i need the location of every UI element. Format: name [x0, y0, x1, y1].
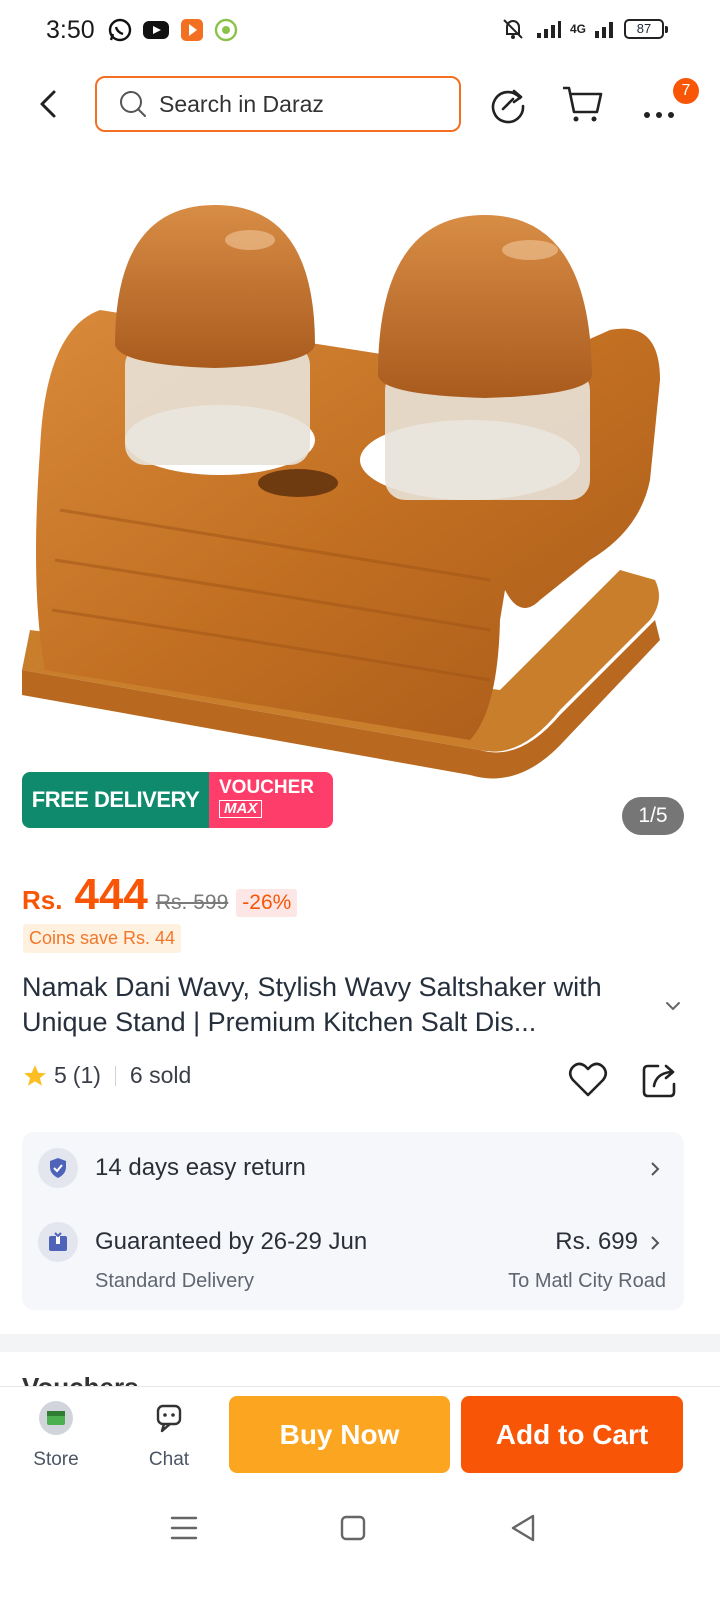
store-label: Store: [33, 1449, 79, 1470]
rating-value: 5: [54, 1062, 67, 1088]
notification-icons: [108, 18, 238, 42]
current-price: 444: [74, 870, 148, 919]
add-to-cart-button[interactable]: Add to Cart: [461, 1396, 683, 1473]
menu-icon[interactable]: [164, 1508, 204, 1548]
youtube-icon: [143, 21, 169, 39]
price-currency: Rs.: [22, 885, 63, 915]
search-input[interactable]: Search in Daraz: [95, 76, 461, 132]
status-time: 3:50: [46, 16, 95, 44]
status-bar: 3:50 4G 87: [0, 0, 720, 64]
back-icon[interactable]: [30, 82, 70, 126]
search-header: Search in Daraz: [0, 72, 720, 136]
delivery-row[interactable]: Guaranteed by 26-29 Jun Standard Deliver…: [22, 1214, 684, 1304]
store-button[interactable]: Store: [16, 1399, 96, 1471]
rating-row[interactable]: 5 (1) 6 sold: [22, 1062, 191, 1089]
price-row: Rs. 444 Rs. 599 -26%: [22, 870, 298, 920]
coins-save-badge: Coins save Rs. 44: [23, 924, 182, 953]
return-policy-row[interactable]: 14 days easy return: [22, 1132, 684, 1204]
app-icon: [181, 19, 203, 41]
bottom-action-bar: Store Chat Buy Now Add to Cart: [0, 1386, 720, 1486]
system-status-icons: 4G 87: [498, 18, 668, 40]
battery-icon: 87: [624, 19, 668, 39]
network-type: 4G: [569, 22, 586, 36]
shield-check-icon: [38, 1148, 78, 1188]
cart-icon[interactable]: [561, 82, 605, 126]
system-navigation-bar: [0, 1486, 720, 1600]
more-badge: 7: [673, 78, 699, 104]
back-nav-icon[interactable]: [503, 1508, 543, 1548]
original-price: Rs. 599: [155, 891, 229, 914]
share-icon[interactable]: [638, 1058, 682, 1100]
delivery-guarantee: Guaranteed by 26-29 Jun: [95, 1228, 368, 1255]
home-icon[interactable]: [333, 1508, 373, 1548]
search-placeholder: Search in Daraz: [159, 90, 324, 117]
mute-icon: [503, 19, 523, 39]
delivery-price: Rs. 699: [555, 1228, 638, 1255]
store-icon: [39, 1401, 73, 1435]
star-icon: [24, 1064, 46, 1086]
chat-label: Chat: [148, 1449, 190, 1470]
divider: [114, 1065, 116, 1086]
buy-now-button[interactable]: Buy Now: [229, 1396, 450, 1473]
voucher-label: VOUCHER: [219, 777, 315, 798]
signal-icon: [536, 21, 561, 38]
chevron-right-icon: [651, 1162, 660, 1176]
chat-icon: [156, 1404, 182, 1433]
chevron-right-icon: [651, 1236, 660, 1250]
section-divider: [0, 1334, 720, 1352]
voucher-sub-label: MAX: [219, 800, 263, 818]
vouchers-section-title: Vouchers: [22, 1372, 139, 1386]
return-text: 14 days easy return: [95, 1154, 306, 1181]
signal-4g-icon: [595, 22, 613, 38]
delivery-type: Standard Delivery: [95, 1270, 254, 1292]
product-title[interactable]: Namak Dani Wavy, Stylish Wavy Saltshaker…: [22, 970, 662, 1040]
discount-badge: -26%: [236, 889, 298, 917]
service-card: 14 days easy return Guaranteed by 26-29 …: [22, 1132, 684, 1310]
chevron-down-icon[interactable]: [662, 995, 684, 1017]
delivery-box-icon: [38, 1222, 78, 1262]
chat-button[interactable]: Chat: [129, 1399, 209, 1471]
whatsapp-icon: [108, 18, 132, 42]
refresh-icon[interactable]: [486, 82, 530, 126]
search-icon: [120, 91, 146, 117]
product-image[interactable]: [0, 150, 720, 850]
sold-count: 6 sold: [129, 1062, 192, 1088]
voucher-max-badge: VOUCHER MAX: [209, 772, 333, 828]
circle-app-icon: [214, 18, 238, 42]
heart-icon[interactable]: [566, 1058, 610, 1100]
free-delivery-badge: FREE DELIVERY: [22, 772, 209, 828]
delivery-location: To Matl City Road: [508, 1270, 666, 1292]
rating-count: (1): [72, 1062, 101, 1088]
promo-banner: FREE DELIVERY VOUCHER MAX: [22, 772, 333, 828]
image-counter: 1/5: [622, 797, 684, 835]
